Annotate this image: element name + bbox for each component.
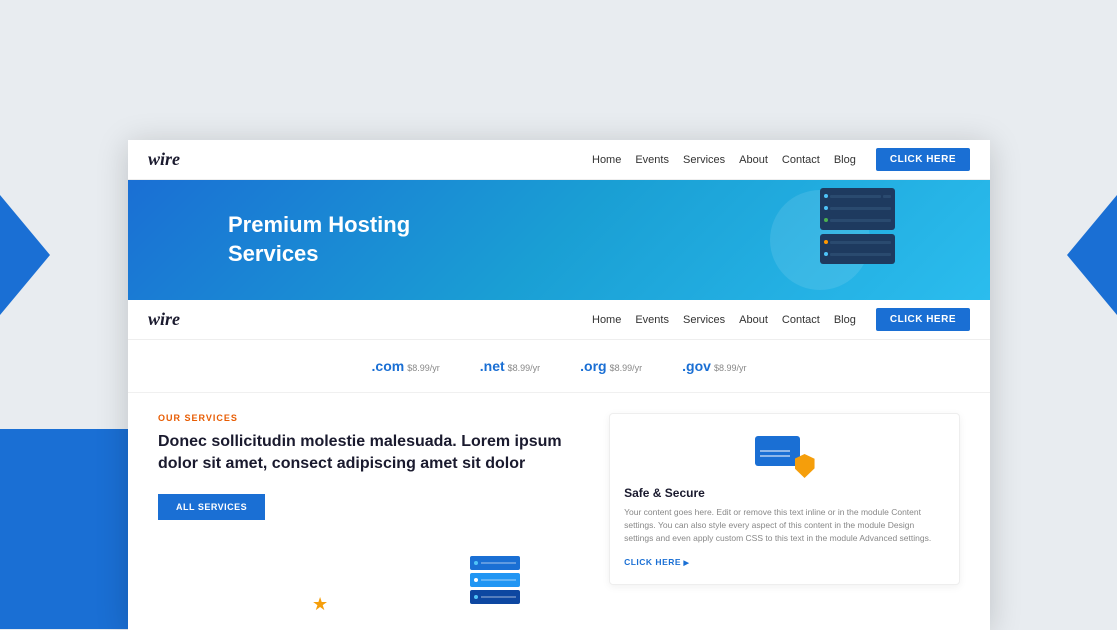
server-dot (824, 252, 828, 256)
nav-services[interactable]: Services (683, 154, 725, 166)
cta-button-sticky[interactable]: CLICK HERE (876, 308, 970, 331)
nav-links: Home Events Services About Contact Blog (592, 154, 856, 166)
server-line (830, 195, 881, 198)
mini-server-box-3 (470, 590, 520, 604)
mini-server-box-2 (470, 573, 520, 587)
mini-server-stack (470, 556, 520, 604)
dot (474, 595, 478, 599)
nav-events[interactable]: Events (635, 154, 669, 166)
domain-pricing: .com $8.99/yr .net $8.99/yr .org $8.99/y… (128, 340, 990, 393)
nav-home[interactable]: Home (592, 154, 621, 166)
triangle-right-decoration (1067, 195, 1117, 315)
bar (481, 596, 516, 598)
nav2-services[interactable]: Services (683, 314, 725, 326)
nav-contact[interactable]: Contact (782, 154, 820, 166)
server-line (883, 195, 891, 198)
services-title: Donec sollicitudin molestie malesuada. L… (158, 431, 579, 476)
server-dot (824, 218, 828, 222)
service-card-text: Your content goes here. Edit or remove t… (624, 506, 945, 544)
cta-button-top[interactable]: CLICK HERE (876, 148, 970, 171)
hero-banner: Premium Hosting Services (128, 180, 990, 300)
nav2-about[interactable]: About (739, 314, 768, 326)
server-dot (824, 206, 828, 210)
domain-com: .com $8.99/yr (372, 358, 440, 374)
server-dot (824, 194, 828, 198)
server-line (830, 253, 891, 256)
nav2-blog[interactable]: Blog (834, 314, 856, 326)
nav2-events[interactable]: Events (635, 314, 669, 326)
browser-window: wire Home Events Services About Contact … (128, 140, 990, 630)
nav2-home[interactable]: Home (592, 314, 621, 326)
domain-org: .org $8.99/yr (580, 358, 642, 374)
bar (481, 562, 516, 564)
hero-text: Premium Hosting Services (128, 211, 410, 268)
domain-gov: .gov $8.99/yr (682, 358, 746, 374)
service-card: Safe & Secure Your content goes here. Ed… (609, 413, 960, 585)
nav-blog[interactable]: Blog (834, 154, 856, 166)
services-section: OUR SERVICES Donec sollicitudin molestie… (128, 393, 990, 605)
server-box-1 (820, 188, 895, 230)
dot (474, 578, 478, 582)
nav-about[interactable]: About (739, 154, 768, 166)
nav-links-2: Home Events Services About Contact Blog (592, 314, 856, 326)
hero-title: Premium Hosting Services (228, 211, 410, 268)
nav2-contact[interactable]: Contact (782, 314, 820, 326)
server-dot (824, 240, 828, 244)
triangle-left-decoration (0, 195, 50, 315)
service-card-link[interactable]: CLICK HERE (624, 557, 689, 567)
bar (481, 579, 516, 581)
server-line (830, 207, 891, 210)
server-box-2 (820, 234, 895, 264)
all-services-button[interactable]: ALL SERVICES (158, 494, 265, 520)
services-right: Safe & Secure Your content goes here. Ed… (609, 413, 960, 585)
server-icon (755, 436, 800, 466)
shield-icon (795, 454, 815, 478)
server-line (830, 219, 891, 222)
services-label: OUR SERVICES (158, 413, 579, 423)
logo-2: wire (148, 309, 180, 330)
domain-net: .net $8.99/yr (480, 358, 540, 374)
server-shield-icon (755, 428, 815, 478)
mini-server-box-1 (470, 556, 520, 570)
star-icon: ★ (312, 594, 328, 615)
service-icon-area (624, 428, 945, 478)
server-line (830, 241, 891, 244)
dot (474, 561, 478, 565)
sticky-navbar: wire Home Events Services About Contact … (128, 300, 990, 340)
logo: wire (148, 149, 180, 170)
top-navbar: wire Home Events Services About Contact … (128, 140, 990, 180)
server-lines (760, 450, 790, 457)
bottom-server-illustration (470, 556, 520, 604)
server-illustration (820, 188, 910, 288)
service-card-title: Safe & Secure (624, 486, 945, 500)
